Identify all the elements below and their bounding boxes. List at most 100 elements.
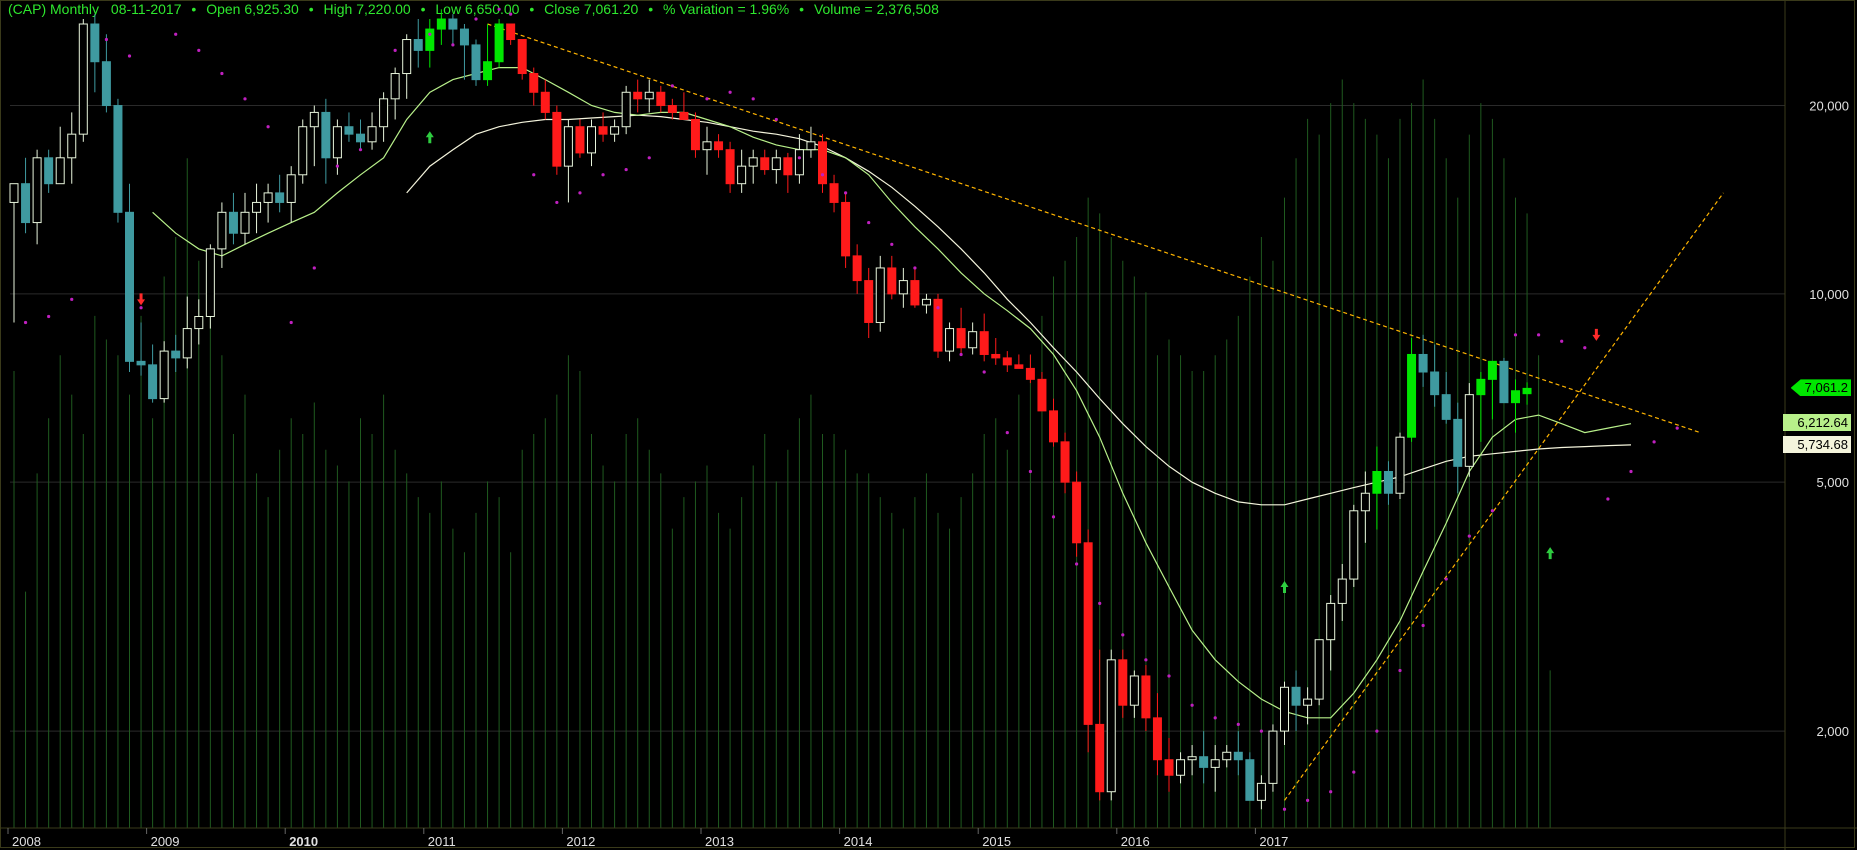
sar-dot xyxy=(1144,658,1148,662)
candle-body xyxy=(1222,751,1232,761)
candle-body xyxy=(159,350,169,400)
candle-body xyxy=(471,44,481,81)
candle-body xyxy=(1095,723,1105,793)
candle-body xyxy=(148,364,158,400)
candle-body xyxy=(841,201,851,257)
candle-body xyxy=(1349,510,1359,580)
sar-dot xyxy=(1398,668,1402,673)
x-tick-label: 2012 xyxy=(566,834,595,849)
candle-body xyxy=(1152,717,1162,761)
candle-body xyxy=(194,315,204,330)
candle-body xyxy=(321,111,331,159)
sar-dot xyxy=(266,125,270,129)
candle-body xyxy=(1372,471,1382,494)
candle-body xyxy=(610,126,620,135)
candle-body xyxy=(217,211,227,250)
candle-body xyxy=(1395,436,1405,494)
candle-body xyxy=(1441,394,1451,420)
up-arrow-icon xyxy=(1546,547,1555,560)
sar-dot xyxy=(289,320,293,325)
sar-dot xyxy=(820,173,825,177)
candle-body xyxy=(667,105,677,113)
candle-body xyxy=(852,255,862,282)
candle-body xyxy=(1418,353,1428,373)
candle-body xyxy=(921,298,931,306)
candle-body xyxy=(1476,378,1486,396)
sar-dot xyxy=(497,7,501,11)
candle-body xyxy=(748,157,758,167)
sar-dot xyxy=(1005,431,1009,435)
sar-dot xyxy=(1190,703,1194,707)
candle-body xyxy=(1014,364,1024,369)
candle-body xyxy=(55,157,65,185)
candle-body xyxy=(806,141,816,151)
candle-body xyxy=(1487,360,1497,380)
candle-body xyxy=(818,141,827,185)
volume-layer xyxy=(13,79,1551,828)
x-tick-label: 2015 xyxy=(982,834,1011,849)
sar-dot xyxy=(393,48,397,52)
sar-dot xyxy=(1675,426,1679,430)
candle-body xyxy=(1464,394,1474,467)
candle-body xyxy=(898,280,908,295)
x-tick-label: 2016 xyxy=(1121,834,1150,849)
candle-body xyxy=(1337,578,1347,604)
x-tick-label: 2010 xyxy=(289,834,318,849)
candle-body xyxy=(136,360,146,366)
sar-dot xyxy=(1028,469,1032,474)
candle-body xyxy=(356,133,365,143)
sar-dot xyxy=(428,32,432,36)
candle-body xyxy=(32,157,42,224)
candle-body xyxy=(1060,441,1070,483)
sar-dot xyxy=(139,306,143,310)
sar-dot xyxy=(867,220,871,225)
sar-dot xyxy=(70,297,74,301)
sar-dot xyxy=(1352,770,1356,774)
candle-body xyxy=(298,126,308,176)
fast-ma-price-tag: 6,212.64 xyxy=(1783,414,1851,432)
candle-body xyxy=(1511,390,1520,404)
trendline-layer xyxy=(487,23,1724,801)
candle-body xyxy=(540,91,550,113)
sar-dot xyxy=(1560,339,1564,343)
candle-body xyxy=(1245,759,1255,801)
sar-dot xyxy=(1236,722,1240,726)
sar-dot xyxy=(1421,623,1425,628)
candle-body xyxy=(1049,410,1058,443)
candle-body xyxy=(1430,371,1440,396)
candle-body xyxy=(1256,782,1266,801)
candle-body xyxy=(125,211,134,362)
candle-body xyxy=(1210,759,1220,768)
candle-body xyxy=(113,105,123,213)
candle-body xyxy=(968,331,978,349)
sar-dot xyxy=(532,173,536,177)
candle-body xyxy=(1314,639,1324,700)
candle-body xyxy=(714,141,724,151)
sar-dot xyxy=(624,167,628,172)
sar-dot xyxy=(1375,729,1379,733)
x-tick-label: 2011 xyxy=(428,834,456,849)
y-tick-label: 10,000 xyxy=(1809,287,1849,302)
slow-ma-price-tag: 5,734.68 xyxy=(1783,435,1851,453)
close-price-tag: 7,061.2 xyxy=(1790,379,1851,397)
candle-body xyxy=(171,350,181,359)
candle-body xyxy=(633,91,643,100)
down-arrow-icon xyxy=(1592,328,1601,341)
candle-body xyxy=(379,98,389,128)
axis-layer: 2,000 5,000 10,000 20,000 2008 2009 2010 2011 20… xyxy=(0,0,1857,850)
sar-dot xyxy=(127,54,132,58)
sar-dot xyxy=(844,191,848,195)
candlestick-chart[interactable]: 2,000 5,000 10,000 20,000 2008 2009 2010 2011 20… xyxy=(0,0,1857,850)
candle-body xyxy=(563,126,573,167)
sar-dot xyxy=(705,97,709,101)
candle-body xyxy=(483,61,493,81)
candle-body xyxy=(286,174,296,203)
candle-body xyxy=(875,267,885,323)
candle-body xyxy=(979,331,989,355)
candle-body xyxy=(390,73,400,100)
sar-dot xyxy=(1121,633,1125,637)
y-tick-label: 20,000 xyxy=(1809,99,1849,114)
candle-body xyxy=(702,141,712,151)
sar-dot xyxy=(474,17,478,21)
x-tick-label: 2017 xyxy=(1259,834,1288,849)
